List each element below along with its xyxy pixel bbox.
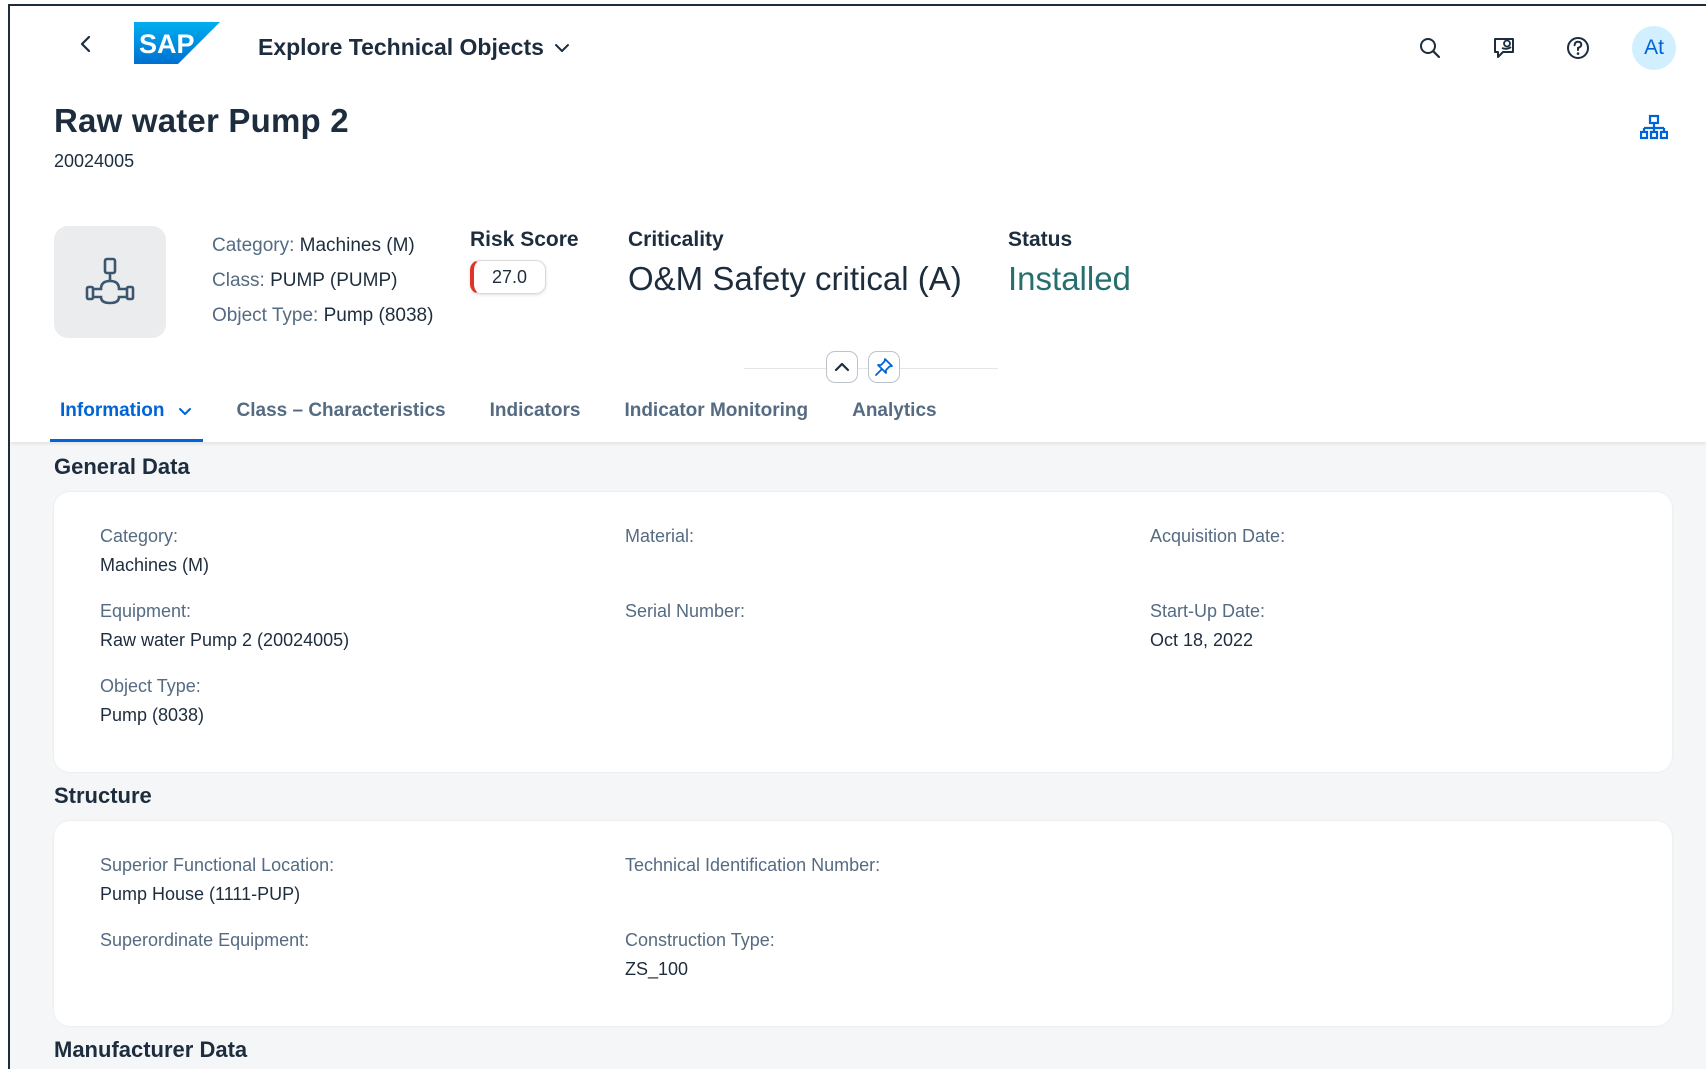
- status-kpi: Status Installed: [1008, 228, 1131, 298]
- criticality-value: O&M Safety critical (A): [628, 260, 962, 297]
- field-serial-number: Serial Number:: [625, 601, 746, 621]
- attr-object-type: Object Type: Pump (8038): [212, 305, 434, 326]
- hierarchy-icon: [1639, 114, 1669, 140]
- app-title-label: Explore Technical Objects: [258, 34, 544, 60]
- joule-button[interactable]: [1484, 28, 1524, 68]
- field-acquisition-date: Acquisition Date:: [1150, 526, 1286, 546]
- attr-category: Category: Machines (M): [212, 235, 415, 256]
- back-button[interactable]: [74, 32, 98, 56]
- header-attributes: Category: Machines (M) Class: PUMP (PUMP…: [212, 228, 433, 333]
- attr-class: Class: PUMP (PUMP): [212, 270, 398, 291]
- chevron-down-icon[interactable]: [177, 402, 193, 422]
- chevron-down-icon: [554, 43, 569, 52]
- status-value: Installed: [1008, 260, 1131, 297]
- field-construction-type: Construction Type: ZS_100: [625, 930, 775, 979]
- section-title-manufacturer-data: Manufacturer Data: [54, 1037, 248, 1062]
- field-material: Material:: [625, 526, 695, 546]
- field-technical-identification-number: Technical Identification Number:: [625, 855, 881, 875]
- tab-indicator-monitoring[interactable]: Indicator Monitoring: [614, 394, 818, 442]
- object-page-header: SAP Explore Technical Objects At Raw wat…: [10, 6, 1706, 442]
- collapse-header-button[interactable]: [826, 351, 858, 383]
- field-category: Category: Machines (M): [100, 526, 210, 575]
- app-frame: SAP Explore Technical Objects At Raw wat…: [8, 4, 1706, 1069]
- chat-bot-icon: [1494, 38, 1514, 58]
- help-icon: [1567, 37, 1589, 59]
- criticality-kpi: Criticality O&M Safety critical (A): [628, 228, 962, 298]
- help-button[interactable]: [1558, 28, 1598, 68]
- risk-score-kpi: Risk Score 27.0: [470, 228, 579, 294]
- object-id: 20024005: [54, 151, 135, 171]
- section-title-structure: Structure: [54, 783, 152, 808]
- risk-score-badge[interactable]: 27.0: [470, 260, 546, 294]
- pin-header-button[interactable]: [868, 351, 900, 383]
- search-icon: [1420, 38, 1441, 59]
- svg-text:SAP: SAP: [139, 29, 195, 59]
- structure-card: Superior Functional Location: Pump House…: [54, 821, 1672, 1026]
- tab-label: Information: [60, 400, 165, 421]
- pin-icon: [875, 358, 893, 376]
- tab-bar: Information Class – Characteristics Indi…: [50, 394, 971, 442]
- page-title: Raw water Pump 2: [54, 102, 349, 139]
- user-avatar[interactable]: At: [1632, 26, 1676, 70]
- pump-icon: [85, 257, 135, 305]
- field-startup-date: Start-Up Date: Oct 18, 2022: [1150, 601, 1266, 650]
- field-superordinate-equipment: Superordinate Equipment:: [100, 930, 310, 950]
- field-equipment: Equipment: Raw water Pump 2 (20024005): [100, 601, 350, 650]
- section-title-general-data: General Data: [54, 454, 190, 479]
- hierarchy-button[interactable]: [1639, 114, 1669, 142]
- chevron-up-icon: [834, 362, 850, 372]
- tab-indicators[interactable]: Indicators: [480, 394, 591, 442]
- field-object-type: Object Type: Pump (8038): [100, 676, 205, 725]
- shell-actions: At: [1410, 26, 1676, 70]
- chevron-left-icon: [80, 35, 91, 53]
- risk-score-title: Risk Score: [470, 228, 579, 251]
- criticality-title: Criticality: [628, 228, 724, 251]
- tab-class-characteristics[interactable]: Class – Characteristics: [227, 394, 456, 442]
- field-superior-functional-location: Superior Functional Location: Pump House…: [100, 855, 335, 904]
- general-data-card: Category: Machines (M) Equipment: Raw wa…: [54, 492, 1672, 772]
- search-button[interactable]: [1410, 28, 1450, 68]
- tab-information[interactable]: Information: [50, 394, 203, 442]
- sap-logo[interactable]: SAP: [134, 22, 220, 64]
- object-image: [54, 226, 166, 338]
- app-title-menu[interactable]: Explore Technical Objects: [258, 34, 570, 61]
- tab-analytics[interactable]: Analytics: [842, 394, 946, 442]
- status-title: Status: [1008, 228, 1073, 251]
